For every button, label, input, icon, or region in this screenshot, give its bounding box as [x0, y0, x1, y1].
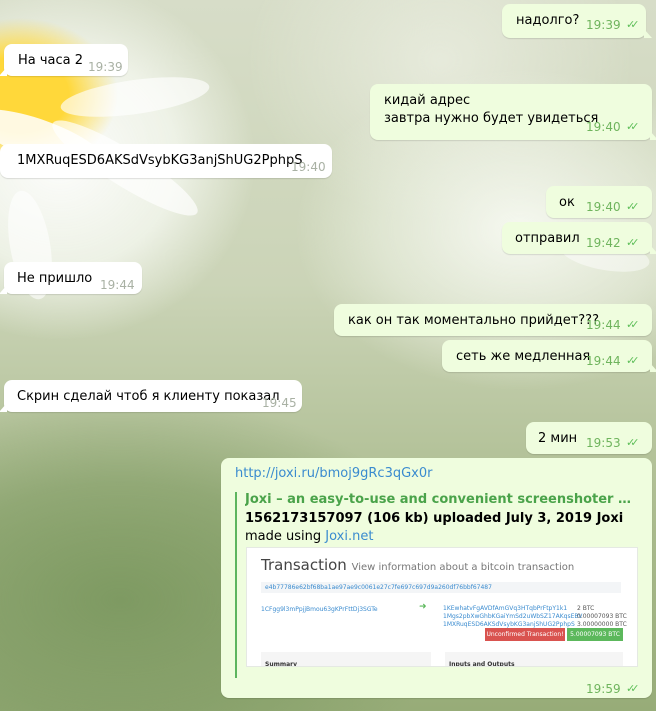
- read-checkmarks-icon: ✓✓: [626, 18, 640, 31]
- message-time: 19:42: [586, 236, 621, 250]
- message-outgoing[interactable]: 2 мин 19:53 ✓✓: [526, 422, 652, 454]
- bubble-tail: [0, 285, 7, 294]
- screenshot-total-badge: 5.00007093 BTC: [567, 628, 623, 641]
- message-time: 19:44: [586, 354, 621, 368]
- read-checkmarks-icon: ✓✓: [626, 120, 640, 133]
- message-outgoing[interactable]: кидай адрес завтра нужно будет увидеться…: [370, 84, 656, 140]
- screenshot-summary-header: Summary: [261, 652, 431, 666]
- screenshot-heading-text: Transaction: [261, 556, 347, 574]
- bubble-tail: [644, 29, 652, 38]
- message-time: 19:40: [586, 120, 621, 134]
- read-checkmarks-icon: ✓✓: [626, 436, 640, 449]
- message-time: 19:44: [586, 318, 621, 332]
- message-text: ок: [559, 195, 575, 210]
- read-checkmarks-icon: ✓✓: [626, 200, 640, 213]
- message-incoming[interactable]: 1MXRuqESD6AKSdVsybKG3anjShUG2PphpS 19:40: [0, 144, 332, 178]
- message-text-line: завтра нужно будет увидеться: [384, 111, 599, 126]
- message-time: 19:39: [88, 60, 123, 74]
- message-text: надолго?: [516, 13, 580, 28]
- message-outgoing[interactable]: отправил 19:42 ✓✓: [502, 222, 656, 254]
- message-time: 19:40: [586, 200, 621, 214]
- message-text-line: кидай адрес: [384, 93, 471, 108]
- screenshot-heading: Transaction View information about a bit…: [261, 556, 574, 577]
- message-text: сеть же медленная: [456, 349, 591, 364]
- message-time: 19:40: [291, 160, 326, 174]
- screenshot-unconfirmed-badge: Unconfirmed Transaction!: [485, 628, 565, 641]
- screenshot-subheading: View information about a bitcoin transac…: [351, 562, 575, 573]
- message-outgoing[interactable]: ок 19:40 ✓✓: [546, 186, 652, 218]
- read-checkmarks-icon: ✓✓: [626, 318, 640, 331]
- message-outgoing[interactable]: как он так моментально прийдет??? 19:44 …: [334, 304, 652, 336]
- made-using-prefix: made using: [245, 529, 326, 544]
- link-preview-title[interactable]: Joxi – an easy-to-use and convenient scr…: [245, 491, 639, 509]
- message-time: 19:45: [262, 396, 297, 410]
- arrow-right-icon: ➜: [419, 602, 427, 612]
- bubble-tail: [0, 67, 7, 76]
- screenshot-from-address: 1CFgg9l3mPpjjBmou63gKPrFttDj3SGTe: [261, 606, 378, 613]
- screenshot-tx-hash: e4b77786e62bf68ba1ae97ae9c0061e27c7fe697…: [261, 582, 621, 593]
- message-outgoing[interactable]: надолго? 19:39 ✓✓: [502, 4, 652, 38]
- link-preview-image[interactable]: Transaction View information about a bit…: [246, 547, 638, 667]
- message-outgoing-link[interactable]: http://joxi.ru/bmoj9gRc3qGx0r Joxi – an …: [221, 458, 652, 698]
- joxi-link[interactable]: Joxi.net: [325, 529, 373, 544]
- bubble-tail: [650, 245, 656, 254]
- link-preview-description-text: 1562173157097 (106 kb) uploaded July 3, …: [245, 511, 624, 526]
- message-text: На часа 2: [18, 53, 84, 68]
- message-text: отправил: [515, 231, 580, 246]
- link-preview-description: 1562173157097 (106 kb) uploaded July 3, …: [245, 510, 623, 528]
- message-text: 2 мин: [538, 431, 578, 446]
- message-time: 19:44: [100, 278, 135, 292]
- screenshot-io-header: Inputs and Outputs: [445, 652, 623, 666]
- message-time: 19:53: [586, 436, 621, 450]
- message-text: Скрин сделай чтоб я клиенту показал: [17, 389, 280, 404]
- bubble-tail: [650, 363, 656, 372]
- message-incoming[interactable]: Скрин сделай чтоб я клиенту показал 19:4…: [0, 380, 302, 412]
- message-text: 1MXRuqESD6AKSdVsybKG3anjShUG2PphpS: [17, 153, 303, 168]
- read-checkmarks-icon: ✓✓: [626, 236, 640, 249]
- message-time: 19:39: [586, 18, 621, 32]
- bubble-tail: [650, 131, 656, 140]
- message-incoming[interactable]: Не пришло 19:44: [0, 262, 142, 294]
- message-text: Не пришло: [17, 271, 93, 286]
- message-link[interactable]: http://joxi.ru/bmoj9gRc3qGx0r: [235, 465, 432, 483]
- bubble-tail: [0, 403, 7, 412]
- message-incoming[interactable]: На часа 2 19:39: [0, 44, 128, 76]
- message-outgoing[interactable]: сеть же медленная 19:44 ✓✓: [442, 340, 656, 372]
- message-time: 19:59: [586, 682, 621, 696]
- read-checkmarks-icon: ✓✓: [626, 354, 640, 367]
- message-text: как он так моментально прийдет???: [348, 313, 599, 328]
- read-checkmarks-icon: ✓✓: [626, 682, 640, 695]
- daisy-petal: [58, 69, 212, 125]
- link-preview-made-using: made using Joxi.net: [245, 528, 373, 546]
- link-preview-accent-bar: [235, 492, 237, 678]
